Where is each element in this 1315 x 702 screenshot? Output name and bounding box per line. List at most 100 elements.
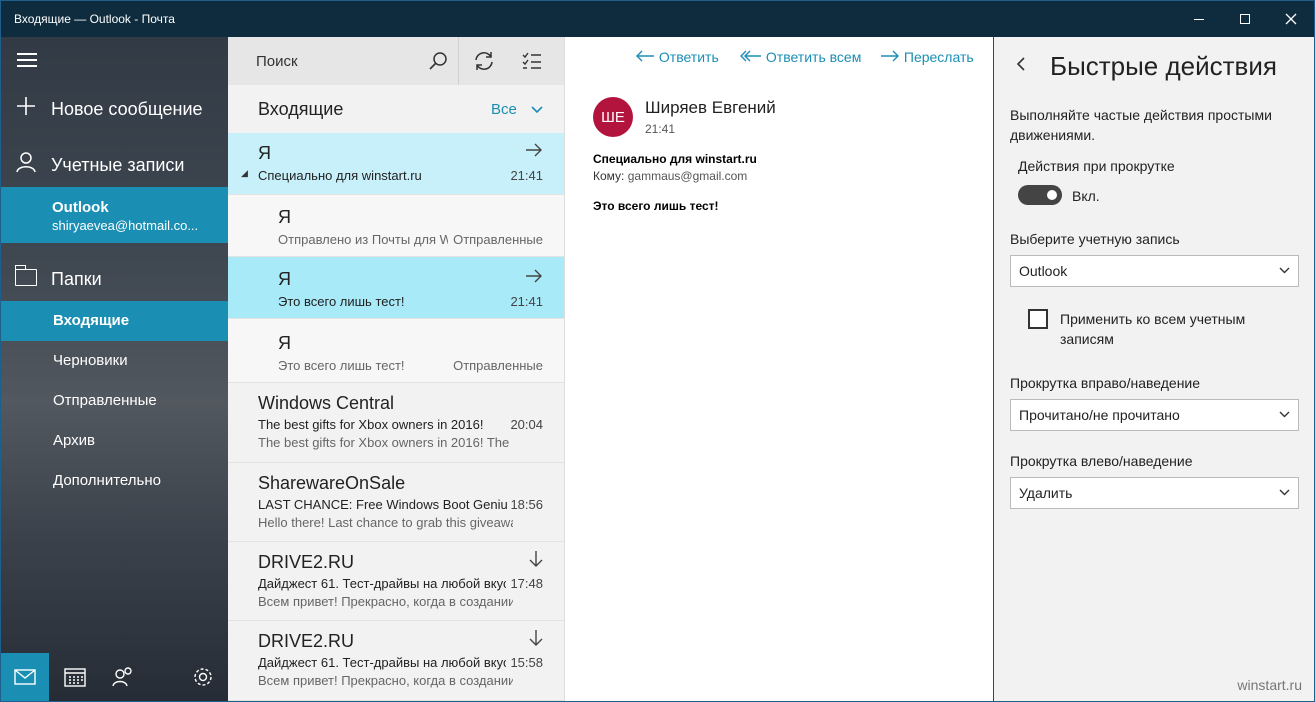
toggle-state-label: Вкл. — [1072, 188, 1100, 204]
maximize-icon — [1240, 14, 1250, 24]
preview: Это всего лишь тест! — [278, 294, 405, 309]
download-icon — [529, 550, 543, 573]
message-time: 21:41 — [645, 122, 676, 136]
close-icon — [1285, 13, 1297, 25]
reply-all-icon — [740, 50, 761, 62]
hamburger-menu-button[interactable] — [17, 53, 39, 69]
subject: Дайджест 61. Тест-драйвы на любой вкус — [258, 576, 506, 591]
sender: Я — [278, 269, 291, 289]
list-item[interactable]: Я Отправлено из Почты для W Отправленные — [228, 195, 564, 257]
folder-inbox[interactable]: Входящие — [1, 301, 228, 341]
list-header: Входящие Все — [228, 85, 564, 133]
mail-window: Входящие — Outlook - Почта Новое сообщен… — [0, 0, 1315, 702]
minimize-button[interactable] — [1176, 1, 1222, 37]
folder-tag: Отправленные — [453, 358, 543, 373]
conversation-header[interactable]: ◢ Я Специально для winstart.ru 21:41 — [228, 133, 564, 195]
time: 18:56 — [510, 497, 543, 512]
forward-button[interactable]: Переслать — [880, 49, 974, 65]
reply-icon — [636, 50, 654, 62]
reply-button[interactable]: Ответить — [635, 49, 719, 65]
list-item[interactable]: SharewareOnSale LAST CHANCE: Free Window… — [228, 463, 564, 542]
plus-icon — [1, 96, 51, 122]
swipe-left-label: Прокрутка влево/наведение — [1010, 453, 1193, 469]
time: 21:41 — [510, 168, 543, 183]
account-email: shiryaevea@hotmail.co... — [52, 218, 199, 233]
forward-icon — [525, 141, 543, 162]
new-message-label: Новое сообщение — [51, 98, 203, 119]
folder-icon — [14, 265, 37, 286]
subject: Специально для winstart.ru — [258, 168, 422, 183]
close-button[interactable] — [1268, 1, 1314, 37]
time: 21:41 — [510, 294, 543, 309]
minimize-icon — [1194, 18, 1204, 20]
list-item[interactable]: Я Это всего лишь тест! 21:41 — [228, 257, 564, 319]
reading-pane: Ответить Ответить всем Переслать ШЕ Ширя… — [565, 37, 993, 701]
account-name: Outlook — [52, 199, 109, 216]
apply-all-label: Применить ко всем учетным записям — [1060, 311, 1246, 347]
apply-all-checkbox[interactable] — [1028, 309, 1048, 329]
watermark: winstart.ru — [1237, 677, 1302, 693]
account-select[interactable]: Outlook — [1010, 255, 1299, 287]
list-item[interactable]: DRIVE2.RU Дайджест 61. Тест-драйвы на лю… — [228, 621, 564, 701]
folder-sent[interactable]: Отправленные — [1, 381, 228, 421]
sender: DRIVE2.RU — [258, 552, 355, 572]
swipe-right-select[interactable]: Прочитано/не прочитано — [1010, 399, 1299, 431]
new-message-button[interactable]: Новое сообщение — [1, 89, 228, 129]
time: 17:48 — [510, 576, 543, 591]
preview: Всем привет! Прекрасно, когда в создании — [258, 594, 513, 609]
sender: Я — [278, 207, 291, 227]
preview: Всем привет! Прекрасно, когда в создании — [258, 673, 513, 688]
account-outlook[interactable]: Outlook shiryaevea@hotmail.co... — [1, 187, 228, 243]
mail-icon[interactable] — [1, 653, 49, 701]
message-list-pane: Поиск Входящие Все ◢ Я Специально для wi… — [228, 37, 565, 701]
chevron-down-icon — [531, 106, 543, 114]
search-icon[interactable] — [424, 47, 452, 75]
folder-tag: Отправленные — [453, 232, 543, 247]
back-button[interactable] — [1016, 55, 1026, 78]
list-item[interactable]: DRIVE2.RU Дайджест 61. Тест-драйвы на лю… — [228, 542, 564, 621]
search-input[interactable]: Поиск — [256, 53, 298, 70]
subject: Дайджест 61. Тест-драйвы на любой вкус — [258, 655, 506, 670]
folder-more[interactable]: Дополнительно — [1, 461, 228, 501]
account-select-label: Выберите учетную запись — [1010, 231, 1180, 247]
folder-archive[interactable]: Архив — [1, 421, 228, 461]
navigation-pane: Новое сообщение Учетные записи Outlook s… — [1, 37, 228, 701]
chevron-down-icon — [1279, 263, 1290, 277]
sync-icon[interactable] — [470, 47, 498, 75]
app-switcher — [1, 653, 228, 701]
sender: DRIVE2.RU — [258, 631, 355, 651]
swipe-left-select[interactable]: Удалить — [1010, 477, 1299, 509]
accounts-button[interactable]: Учетные записи — [1, 145, 228, 185]
select-mode-icon[interactable] — [518, 47, 546, 75]
avatar: ШЕ — [593, 97, 633, 137]
folder-title: Входящие — [258, 99, 344, 119]
list-item[interactable]: Windows Central The best gifts for Xbox … — [228, 383, 564, 463]
maximize-button[interactable] — [1222, 1, 1268, 37]
calendar-icon[interactable] — [51, 653, 99, 701]
sender: Я — [278, 333, 291, 353]
reply-all-button[interactable]: Ответить всем — [740, 49, 861, 65]
quick-actions-pane: Быстрые действия Выполняйте частые дейст… — [993, 37, 1314, 701]
people-icon[interactable] — [99, 653, 147, 701]
chevron-down-icon — [1279, 407, 1290, 421]
recipient-address[interactable]: gammaus@gmail.com — [628, 169, 748, 183]
subject: LAST CHANCE: Free Windows Boot Genius! — [258, 497, 508, 512]
swipe-actions-label: Действия при прокрутке — [1018, 158, 1175, 174]
download-icon — [529, 629, 543, 652]
collapse-triangle-icon[interactable]: ◢ — [241, 168, 248, 179]
swipe-actions-toggle[interactable] — [1018, 185, 1062, 205]
title-bar: Входящие — Outlook - Почта — [1, 1, 1314, 37]
folder-drafts[interactable]: Черновики — [1, 341, 228, 381]
search-bar: Поиск — [228, 37, 564, 85]
chevron-down-icon — [1279, 485, 1290, 499]
folders-button[interactable]: Папки — [1, 259, 228, 299]
forward-icon — [881, 50, 899, 62]
preview: The best gifts for Xbox owners in 2016! … — [258, 435, 513, 450]
sender-name[interactable]: Ширяев Евгений — [645, 98, 776, 118]
list-item[interactable]: Я Это всего лишь тест! Отправленные — [228, 319, 564, 383]
time: 15:58 — [510, 655, 543, 670]
pane-description: Выполняйте частые действия простыми движ… — [1010, 107, 1272, 143]
filter-dropdown[interactable]: Все — [491, 101, 543, 118]
settings-icon[interactable] — [179, 653, 227, 701]
accounts-label: Учетные записи — [51, 154, 185, 175]
